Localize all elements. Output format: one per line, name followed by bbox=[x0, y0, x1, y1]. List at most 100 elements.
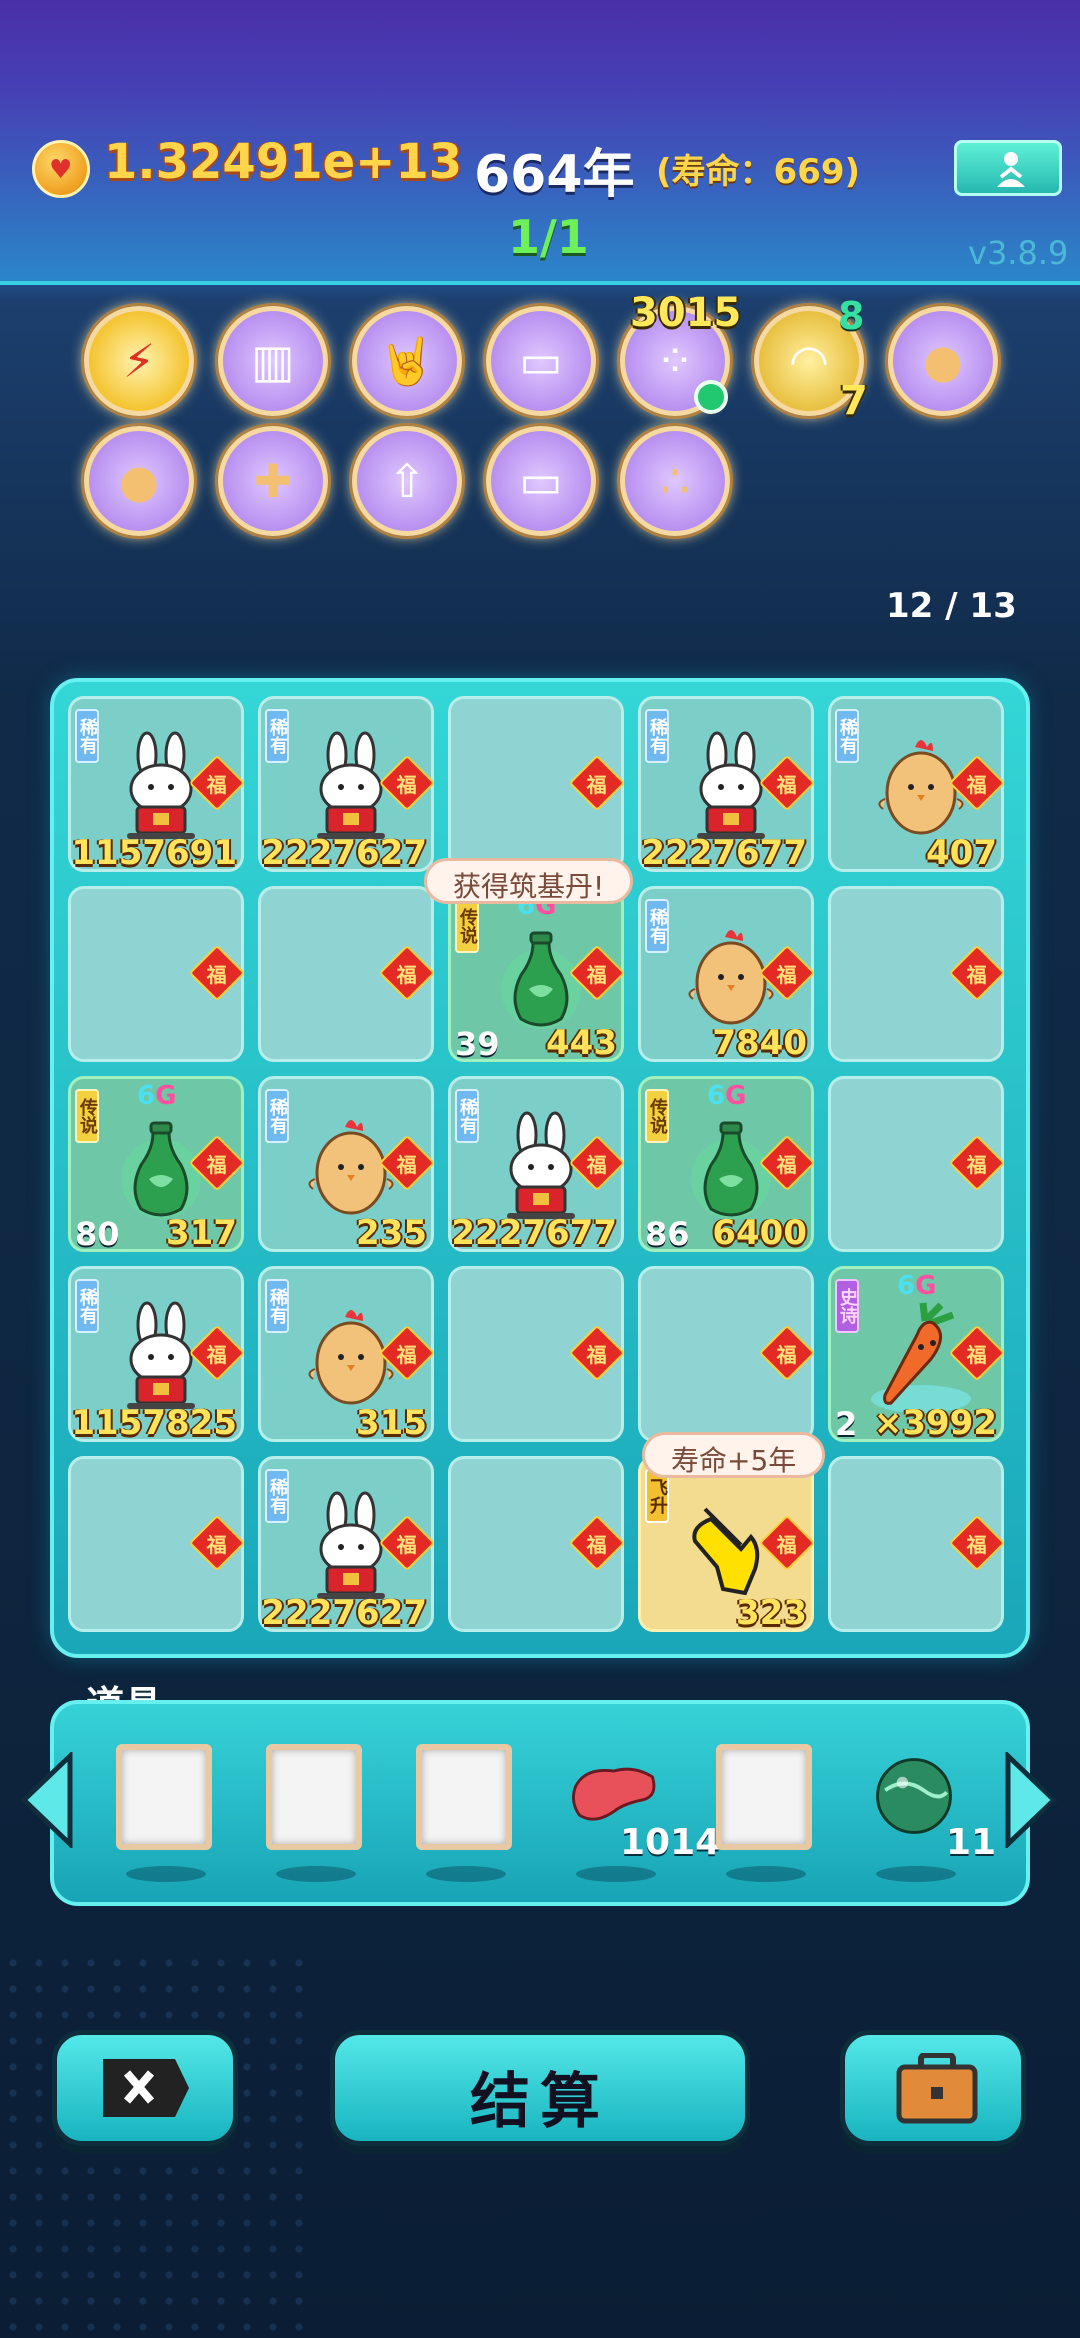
cell-value: 2227677 bbox=[451, 1213, 617, 1253]
cell-value: 315 bbox=[356, 1403, 427, 1443]
cell-value: 2227627 bbox=[261, 833, 427, 873]
board-cell[interactable]: 福 bbox=[638, 1266, 816, 1442]
cell-value: 2227627 bbox=[261, 1593, 427, 1633]
board-cell[interactable]: 稀有福 7840 bbox=[638, 886, 816, 1063]
board-cell[interactable]: 福 bbox=[68, 886, 246, 1062]
merge-board: 稀有福 1157691 稀有福 2227627 福稀有福 2227677 稀有福 407 福福传… bbox=[50, 678, 1030, 1658]
board-cell[interactable]: 传说 6G 福 6400 86 bbox=[638, 1076, 816, 1253]
buff-slot[interactable]: ∴ bbox=[620, 426, 730, 536]
cell-value: 7840 bbox=[712, 1023, 807, 1063]
board-cell[interactable]: 传说 6G 福 317 80 bbox=[68, 1076, 246, 1253]
board-cell[interactable]: 福 bbox=[828, 886, 1006, 1062]
tissue-box-icon: ▭ bbox=[519, 454, 563, 508]
slot-shadow bbox=[426, 1866, 506, 1882]
left-arrow-icon[interactable] bbox=[20, 1752, 74, 1848]
slot-shadow bbox=[576, 1866, 656, 1882]
lifespan-bubble: 寿命+5年 bbox=[642, 1432, 826, 1478]
board-cell[interactable]: 福 bbox=[828, 1456, 1006, 1632]
syringe-chick-icon: ✚ bbox=[253, 454, 293, 508]
cell-value: 317 bbox=[166, 1213, 237, 1253]
bag-button[interactable] bbox=[840, 2030, 1026, 2146]
fu-badge-icon: 福 bbox=[568, 1514, 626, 1572]
buff-slot[interactable]: ▥ bbox=[218, 306, 328, 416]
cell-level: 2 bbox=[835, 1405, 858, 1443]
board-counter: 12 / 13 bbox=[886, 586, 1017, 626]
board-cell[interactable]: 稀有福 1157825 bbox=[68, 1266, 246, 1443]
board-cell[interactable]: 稀有福 2227627 bbox=[258, 696, 436, 873]
meditation-icon bbox=[997, 152, 1025, 187]
meditation-button[interactable] bbox=[954, 140, 1062, 196]
status-dot bbox=[694, 380, 728, 414]
cell-value: ×3992 bbox=[873, 1403, 997, 1443]
right-arrow-icon[interactable] bbox=[1004, 1752, 1058, 1848]
skirt-icon: ▥ bbox=[251, 334, 295, 388]
board-cell[interactable]: 飞升福 323 bbox=[638, 1456, 816, 1633]
empty-frame-icon[interactable] bbox=[416, 1744, 512, 1850]
grade-badge: 6G bbox=[897, 1271, 937, 1301]
settle-button[interactable]: 结算 bbox=[330, 2030, 750, 2146]
settle-label: 结算 bbox=[470, 2067, 610, 2137]
buff-count-bottom: 7 bbox=[840, 378, 868, 424]
board-cell[interactable]: 稀有福 1157691 bbox=[68, 696, 246, 873]
rarity-tag: 稀有 bbox=[265, 1279, 289, 1333]
slot-shadow bbox=[876, 1866, 956, 1882]
rarity-tag: 稀有 bbox=[265, 709, 289, 763]
slot-shadow bbox=[126, 1866, 206, 1882]
bowls-arrow-icon: ⇧ bbox=[387, 454, 427, 508]
empty-frame-icon[interactable] bbox=[716, 1744, 812, 1850]
buff-slot[interactable]: ▭ bbox=[486, 306, 596, 416]
rarity-tag: 稀有 bbox=[75, 1279, 99, 1333]
fu-badge-icon: 福 bbox=[188, 944, 246, 1002]
empty-frame-icon[interactable] bbox=[116, 1744, 212, 1850]
buff-slot[interactable]: 🤘 bbox=[352, 306, 462, 416]
fu-badge-icon: 福 bbox=[188, 1514, 246, 1572]
buff-slot[interactable]: ✚ bbox=[218, 426, 328, 536]
cell-level: 86 bbox=[645, 1215, 690, 1253]
board-cell[interactable]: 稀有福 2227677 bbox=[638, 696, 816, 873]
empty-frame-icon[interactable] bbox=[266, 1744, 362, 1850]
rarity-tag: 稀有 bbox=[645, 709, 669, 763]
grade-badge: 6G bbox=[707, 1081, 747, 1111]
buff-slot[interactable]: ● bbox=[84, 426, 194, 536]
board-cell[interactable]: 福 bbox=[448, 1456, 626, 1632]
cell-value: 1157825 bbox=[71, 1403, 237, 1443]
fu-badge-icon: 福 bbox=[948, 1134, 1006, 1192]
board-cell[interactable]: 福 bbox=[258, 886, 436, 1062]
cell-level: 80 bbox=[75, 1215, 120, 1253]
briefcase-icon bbox=[896, 2053, 978, 2124]
board-cell[interactable]: 福 bbox=[68, 1456, 246, 1632]
board-cell[interactable]: 稀有福 315 bbox=[258, 1266, 436, 1443]
buff-slot[interactable]: ● bbox=[888, 306, 998, 416]
board-cell[interactable]: 稀有福 407 bbox=[828, 696, 1006, 873]
board-cell[interactable]: 福 bbox=[448, 1266, 626, 1442]
board-cell[interactable]: 史诗 6G 福 ×3992 2 bbox=[828, 1266, 1006, 1443]
board-cell[interactable]: 稀有福 235 bbox=[258, 1076, 436, 1253]
fu-badge-icon: 福 bbox=[568, 754, 626, 812]
wave-counter: 1/1 bbox=[508, 210, 589, 264]
slot-shadow bbox=[276, 1866, 356, 1882]
cell-value: 235 bbox=[356, 1213, 427, 1253]
cell-value: 2227677 bbox=[641, 833, 807, 873]
heart-coin-icon: ♥ bbox=[32, 140, 90, 198]
chick-egg-icon: ● bbox=[922, 334, 964, 388]
board-cell[interactable]: 福 bbox=[448, 696, 626, 872]
fu-badge-icon: 福 bbox=[948, 1514, 1006, 1572]
rarity-tag: 稀有 bbox=[455, 1089, 479, 1143]
buff-slot[interactable]: ⚡ bbox=[84, 306, 194, 416]
fu-badge-icon: 福 bbox=[378, 944, 436, 1002]
rarity-tag: 传说 bbox=[455, 899, 479, 953]
fu-badge-icon: 福 bbox=[758, 1324, 816, 1382]
buff-slot[interactable]: ⇧ bbox=[352, 426, 462, 536]
board-cell[interactable]: 稀有福 2227627 bbox=[258, 1456, 436, 1633]
reward-bubble: 获得筑基丹! bbox=[424, 858, 634, 904]
board-cell[interactable]: 福 bbox=[828, 1076, 1006, 1252]
board-cell[interactable]: 稀有福 2227677 bbox=[448, 1076, 626, 1253]
fu-badge-icon: 福 bbox=[568, 1324, 626, 1382]
cell-value: 407 bbox=[926, 833, 997, 873]
board-cell[interactable]: 传说 6G 福 443 39 bbox=[448, 886, 626, 1063]
slot-shadow bbox=[726, 1866, 806, 1882]
cell-level: 39 bbox=[455, 1025, 500, 1063]
buff-slot[interactable]: ▭ bbox=[486, 426, 596, 536]
rarity-tag: 稀有 bbox=[645, 899, 669, 953]
close-button[interactable] bbox=[52, 2030, 238, 2146]
